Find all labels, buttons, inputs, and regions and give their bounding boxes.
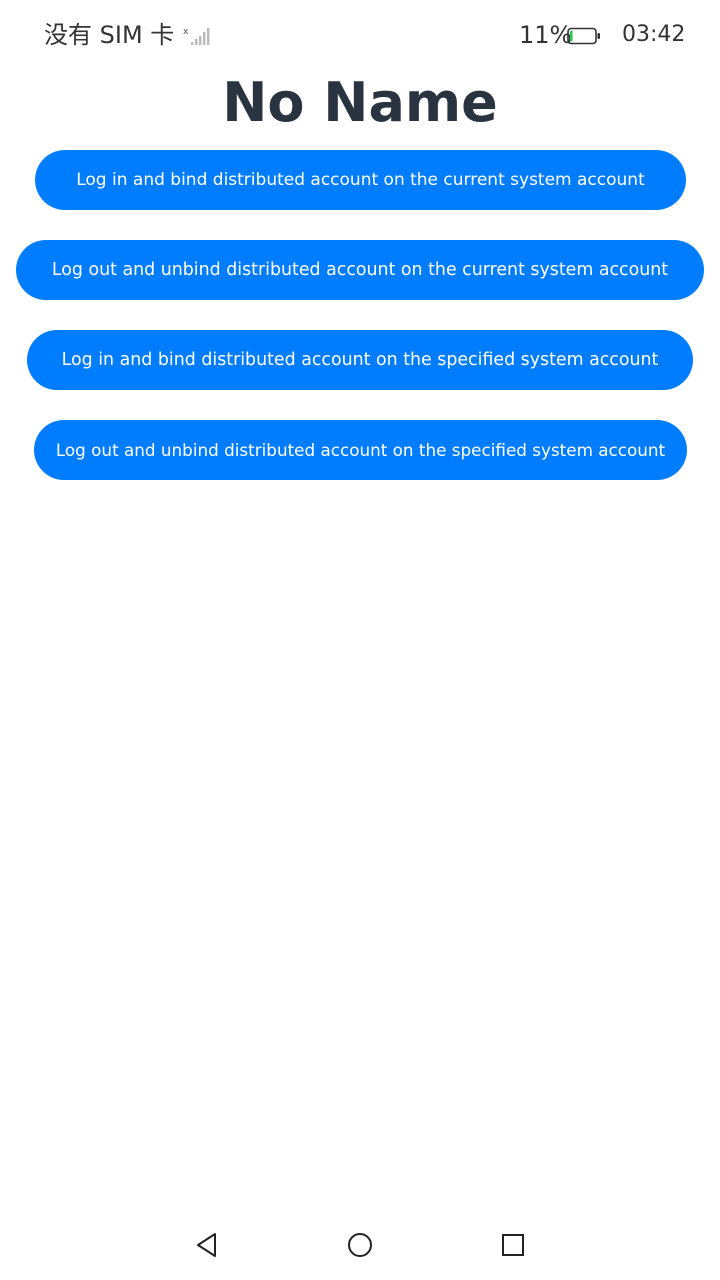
carrier-label: 没有 SIM 卡 <box>44 21 175 49</box>
svg-text:x: x <box>183 27 189 37</box>
battery-icon <box>567 27 601 45</box>
navigation-bar <box>0 1210 720 1280</box>
logout-unbind-current-account-button[interactable]: Log out and unbind distributed account o… <box>16 240 704 300</box>
logout-unbind-specified-account-button[interactable]: Log out and unbind distributed account o… <box>34 420 687 480</box>
recent-apps-icon[interactable] <box>496 1228 530 1262</box>
home-icon[interactable] <box>343 1228 377 1262</box>
battery-percent: 11% <box>519 21 573 49</box>
login-bind-current-account-button[interactable]: Log in and bind distributed account on t… <box>35 150 686 210</box>
login-bind-specified-account-button[interactable]: Log in and bind distributed account on t… <box>27 330 693 390</box>
back-icon[interactable] <box>190 1228 224 1262</box>
signal-icon: x <box>183 26 211 46</box>
page-title: No Name <box>222 71 498 134</box>
clock: 03:42 <box>622 22 686 47</box>
status-bar: 没有 SIM 卡 x 11% 03:42 <box>0 0 720 70</box>
screen: 没有 SIM 卡 x 11% 03:42 No Name Log in and … <box>0 0 720 1280</box>
